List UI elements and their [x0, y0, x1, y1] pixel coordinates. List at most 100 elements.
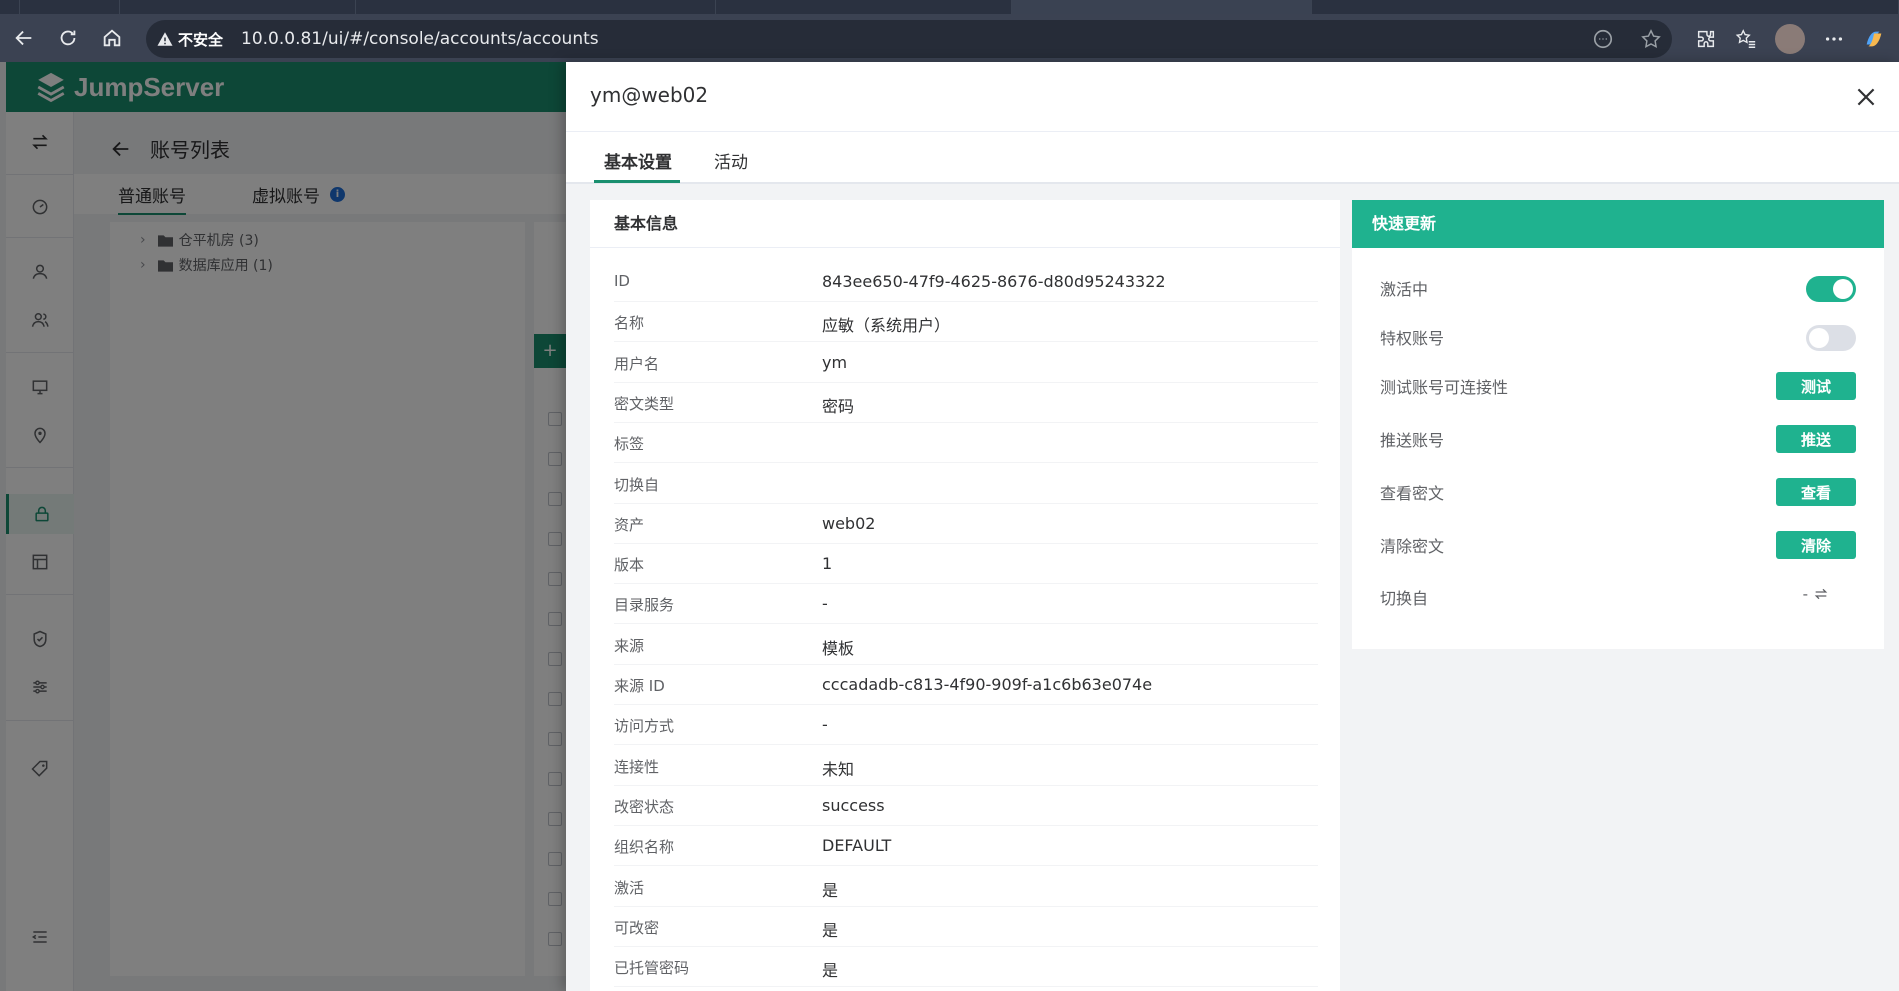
copilot-icon[interactable]	[1863, 28, 1885, 50]
info-key: 激活	[614, 878, 645, 897]
browser-tab[interactable]	[20, 0, 120, 14]
test-connectivity-label: 测试账号可连接性	[1380, 378, 1509, 397]
info-row: 激活 是	[614, 867, 1318, 907]
info-key: ID	[614, 272, 630, 290]
more-menu-icon[interactable]	[1823, 28, 1845, 50]
privileged-toggle[interactable]	[1806, 325, 1856, 351]
info-row: 用户名 ym	[614, 343, 1318, 383]
modal-overlay[interactable]	[0, 62, 566, 991]
info-key: 已托管密码	[614, 959, 690, 978]
info-value: web02	[822, 513, 876, 533]
switch-from-text: -	[1802, 585, 1808, 603]
url-text[interactable]: 10.0.0.81/ui/#/console/accounts/accounts	[241, 29, 599, 49]
info-row: 版本 1	[614, 544, 1318, 585]
info-key: 组织名称	[614, 838, 675, 857]
back-arrow-icon	[15, 30, 32, 46]
browser-tab[interactable]	[716, 0, 1012, 14]
push-button[interactable]: 推送	[1776, 425, 1856, 453]
test-button[interactable]: 测试	[1776, 372, 1856, 400]
browser-tab[interactable]	[356, 0, 716, 14]
info-key: 目录服务	[614, 596, 675, 615]
browser-tab-active[interactable]	[1012, 0, 1312, 14]
view-button[interactable]: 查看	[1776, 478, 1856, 506]
info-value: -	[822, 594, 828, 614]
toggle-knob	[1809, 328, 1829, 348]
info-key: 访问方式	[614, 717, 675, 736]
account-detail-drawer: ym@web02 基本设置 活动 基本信息 ID 843ee650-47f9-46…	[566, 62, 1899, 991]
info-row: 切换自	[614, 464, 1318, 504]
extensions-icon[interactable]	[1695, 28, 1717, 50]
reload-button[interactable]	[48, 18, 88, 58]
security-indicator[interactable]: 不安全	[156, 29, 223, 50]
tab-activity[interactable]: 活动	[714, 148, 748, 173]
home-button[interactable]	[92, 18, 132, 58]
clear-button[interactable]: 清除	[1776, 531, 1856, 559]
toggle-knob	[1833, 279, 1853, 299]
basic-info-card: 基本信息 ID 843ee650-47f9-4625-8676-d80d95243…	[590, 200, 1340, 991]
active-label: 激活中	[1380, 280, 1429, 299]
info-key: 版本	[614, 556, 645, 575]
drawer-header: ym@web02	[566, 62, 1899, 132]
info-value: 密码	[822, 396, 855, 416]
home-icon	[103, 29, 121, 47]
view-secret-label: 查看密文	[1380, 484, 1445, 503]
quick-row-test: 测试账号可连接性 测试	[1352, 360, 1884, 410]
info-value: 未知	[822, 759, 855, 779]
info-key: 改密状态	[614, 797, 675, 816]
address-bar[interactable]: 不安全 10.0.0.81/ui/#/console/accounts/acco…	[146, 20, 1672, 58]
quick-row-switch-from: 切换自 -	[1352, 571, 1884, 621]
info-key: 来源	[614, 636, 645, 655]
info-value: 是	[822, 961, 839, 981]
info-key: 密文类型	[614, 394, 675, 413]
quick-row-privileged: 特权账号	[1352, 311, 1884, 361]
info-key: 来源 ID	[614, 677, 665, 695]
tab-basic-settings[interactable]: 基本设置	[604, 148, 672, 173]
active-toggle[interactable]	[1806, 276, 1856, 302]
info-row: 资产 web02	[614, 504, 1318, 544]
favorites-list-icon[interactable]	[1735, 28, 1757, 50]
browser-tab[interactable]	[1312, 0, 1899, 14]
quick-update-card: 快速更新 激活中 特权账号 测试账号可连接性 测试 推送账号 推送 查看密文 查…	[1352, 200, 1884, 649]
back-button[interactable]	[4, 18, 44, 58]
security-label: 不安全	[178, 30, 224, 49]
reader-mode-icon[interactable]	[1592, 28, 1614, 50]
info-value: -	[822, 715, 828, 735]
info-row: 来源 ID cccadadb-c813-4f90-909f-a1c6b63e074…	[614, 665, 1318, 705]
switch-from-label: 切换自	[1380, 589, 1429, 608]
info-value: ym	[822, 352, 848, 372]
info-key: 标签	[614, 435, 645, 454]
close-icon[interactable]	[1853, 84, 1879, 110]
browser-tab[interactable]	[120, 0, 356, 14]
info-key: 可改密	[614, 918, 660, 937]
info-row: ID 843ee650-47f9-4625-8676-d80d95243322	[614, 262, 1318, 302]
info-value: success	[822, 795, 885, 815]
info-value: 843ee650-47f9-4625-8676-d80d95243322	[822, 272, 1166, 291]
info-row: 可改密 是	[614, 907, 1318, 947]
info-key: 连接性	[614, 757, 660, 776]
browser-tab[interactable]	[0, 0, 20, 14]
info-value: DEFAULT	[822, 836, 892, 856]
browser-tab-strip	[0, 0, 1899, 14]
info-value: 1	[822, 554, 833, 574]
info-row: 访问方式 -	[614, 705, 1318, 746]
quick-row-active: 激活中	[1352, 262, 1884, 312]
info-value: 模板	[822, 638, 855, 658]
privileged-label: 特权账号	[1380, 329, 1445, 348]
info-value: 是	[822, 880, 839, 900]
quick-row-clear-secret: 清除密文 清除	[1352, 519, 1884, 569]
info-row: 改密状态 success	[614, 786, 1318, 826]
warning-icon	[157, 32, 173, 46]
browser-toolbar: 不安全 10.0.0.81/ui/#/console/accounts/acco…	[0, 14, 1899, 62]
drawer-title: ym@web02	[590, 83, 709, 107]
switch-arrows-icon[interactable]	[1812, 586, 1830, 602]
info-row: 目录服务 -	[614, 584, 1318, 625]
info-row: 来源 模板	[614, 625, 1318, 665]
info-row: 连接性 未知	[614, 746, 1318, 786]
browser-actions	[1695, 20, 1899, 58]
quick-update-title: 快速更新	[1352, 200, 1884, 248]
profile-avatar[interactable]	[1775, 24, 1805, 54]
active-tab-indicator	[594, 180, 680, 183]
favorite-star-icon[interactable]	[1640, 28, 1662, 50]
info-value: 应敏（系统用户）	[822, 316, 951, 336]
reload-icon	[60, 30, 76, 46]
